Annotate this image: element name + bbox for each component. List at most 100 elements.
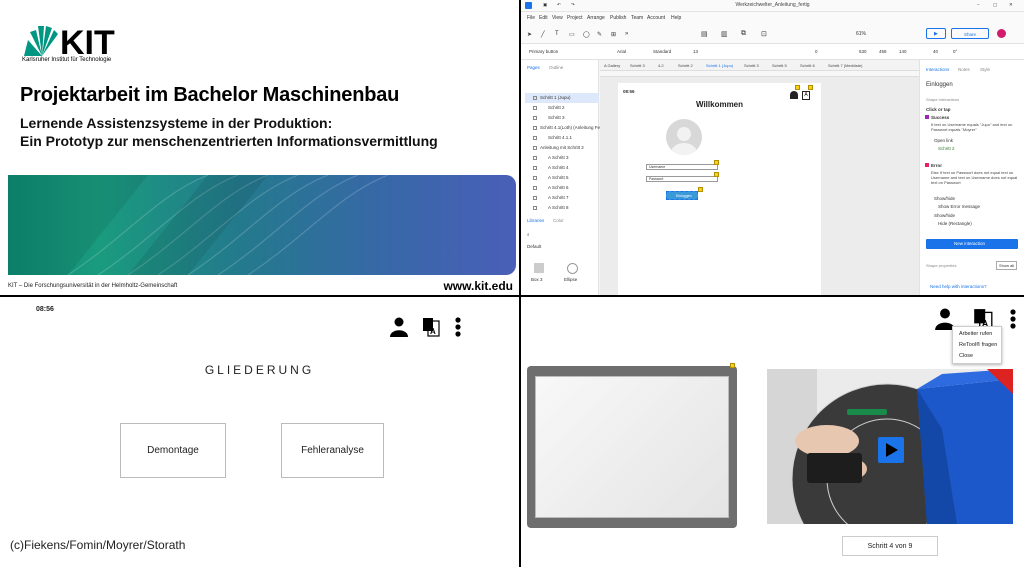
page-item[interactable]: A Schritt 8 <box>525 203 599 213</box>
tab-libraries[interactable]: Libraries <box>527 218 544 223</box>
menu-item-call-worker[interactable]: Arbeiter rufen <box>959 331 992 337</box>
translate-icon[interactable]: A <box>422 317 440 337</box>
close-icon[interactable]: ✕ <box>1009 2 1013 8</box>
new-interaction-button[interactable]: New interaction <box>926 239 1018 249</box>
artboard[interactable]: 08:56 A ⚡ ⚡ Willkommen Username Passwort… <box>618 83 821 295</box>
page-item[interactable]: Schritt 2 <box>525 103 599 113</box>
canvas-tab[interactable]: Schritt 5 <box>772 63 787 68</box>
menu-help[interactable]: Help <box>671 15 681 21</box>
widget-name[interactable]: Einloggen <box>926 82 953 88</box>
share-button[interactable]: Share <box>951 28 989 39</box>
library-select[interactable]: Default <box>527 244 541 249</box>
page-item[interactable]: A Schritt 3 <box>525 153 599 163</box>
action-open-link[interactable]: Open link <box>934 138 953 143</box>
y-field[interactable]: 458 <box>879 49 887 54</box>
instruction-video[interactable] <box>767 369 1013 524</box>
translate-icon[interactable]: A <box>802 91 810 100</box>
h-field[interactable]: 40 <box>933 49 938 54</box>
tab-interactions[interactable]: Interactions <box>926 67 949 72</box>
canvas-tab[interactable]: Schritt 3 <box>630 63 645 68</box>
section-label: Shape interactions <box>926 97 960 102</box>
action-show-hide[interactable]: Show/hide <box>934 196 955 201</box>
page-item[interactable]: Schritt 4.1.1 <box>525 133 599 143</box>
canvas-tab[interactable]: Schritt 2 <box>678 63 693 68</box>
page-item[interactable]: A Schritt 7 <box>525 193 599 203</box>
opacity-field[interactable]: 0 <box>815 49 818 54</box>
x-field[interactable]: 530 <box>859 49 867 54</box>
w-field[interactable]: 140 <box>899 49 907 54</box>
canvas-tab-active[interactable]: Schritt 1 (Jupu) <box>706 63 733 68</box>
more-menu-icon[interactable] <box>454 317 462 337</box>
menu-account[interactable]: Account <box>647 15 665 21</box>
page-item[interactable]: Schritt 3 <box>525 113 599 123</box>
canvas-tab[interactable]: Schritt 6 <box>800 63 815 68</box>
menu-edit[interactable]: Edit <box>539 15 548 21</box>
ellipse-shape-icon[interactable] <box>567 263 578 274</box>
menu-team[interactable]: Team <box>631 15 643 21</box>
more-tools-icon[interactable]: » <box>625 31 628 37</box>
ellipse-tool-icon[interactable]: ◯ <box>583 31 590 38</box>
canvas-tab[interactable]: A Gallery <box>604 63 620 68</box>
distribute-icon[interactable]: ▥ <box>721 30 728 38</box>
canvas-tab[interactable]: Schritt 3 <box>744 63 759 68</box>
show-all-button[interactable]: Show all <box>996 261 1018 270</box>
more-menu-icon[interactable] <box>1009 308 1017 330</box>
login-button[interactable]: Einloggen <box>666 191 698 200</box>
menu-project[interactable]: Project <box>567 15 583 21</box>
user-icon[interactable] <box>790 91 798 99</box>
text-tool-icon[interactable]: T <box>555 31 559 37</box>
page-item[interactable]: A Schritt 6 <box>525 183 599 193</box>
menu-file[interactable]: File <box>527 15 535 21</box>
canvas-tab[interactable]: 4.2 <box>658 63 664 68</box>
align-icon[interactable]: ▤ <box>701 30 708 38</box>
group-icon[interactable]: ⧉ <box>741 30 746 38</box>
style-select[interactable]: Primary button <box>529 49 558 54</box>
page-item[interactable]: Anleitung mit Schritt 2 <box>525 143 599 153</box>
image-tool-icon[interactable]: ⊞ <box>611 31 616 38</box>
page-item[interactable]: A Schritt 4 <box>525 163 599 173</box>
page-item[interactable]: Schritt 1 (Jupu) <box>525 93 599 103</box>
maximize-icon[interactable]: ▢ <box>993 2 997 8</box>
tab-notes[interactable]: Notes <box>958 67 970 72</box>
case-success[interactable]: Success <box>931 115 949 120</box>
minimize-icon[interactable]: – <box>977 2 980 7</box>
menu-item-ask-retool[interactable]: ReTool® fragen <box>959 342 997 348</box>
search-icon[interactable]: ⌕ <box>527 232 530 237</box>
menu-arrange[interactable]: Arrange <box>587 15 605 21</box>
font-select[interactable]: Arial <box>617 49 626 54</box>
action-show-hide[interactable]: Show/hide <box>934 213 955 218</box>
tab-outline[interactable]: Outline <box>549 65 563 70</box>
help-link[interactable]: Need help with interactions? <box>930 284 987 289</box>
menu-publish[interactable]: Publish <box>610 15 626 21</box>
box-shape-icon[interactable] <box>534 263 544 273</box>
tab-color[interactable]: Color <box>553 218 564 223</box>
outline-title: GLIEDERUNG <box>204 363 315 377</box>
credit-text: (c)Fiekens/Fomin/Moyrer/Storath <box>10 538 186 552</box>
canvas-tab[interactable]: Schritt 7 (Merkliste) <box>828 63 862 68</box>
rotation-field[interactable]: 0° <box>953 49 957 54</box>
menu-item-close[interactable]: Close <box>959 353 973 359</box>
ungroup-icon[interactable]: ⊡ <box>761 30 767 38</box>
page-item[interactable]: Schritt 4.1(Loth) (Anleitung Fehlera <box>525 123 610 133</box>
menu-view[interactable]: View <box>552 15 563 21</box>
pen-tool-icon[interactable]: ✎ <box>597 31 602 38</box>
tab-pages[interactable]: Pages <box>527 65 540 70</box>
tab-style[interactable]: Style <box>980 67 990 72</box>
avatar[interactable] <box>997 29 1006 38</box>
user-icon[interactable] <box>390 317 408 337</box>
size-select[interactable]: 13 <box>693 49 698 54</box>
page-item[interactable]: A Schritt 5 <box>525 173 599 183</box>
zoom-level[interactable]: 61% <box>856 31 866 37</box>
select-tool-icon[interactable]: ➤ <box>527 31 532 38</box>
event-label[interactable]: Click or tap <box>926 107 951 112</box>
rectangle-tool-icon[interactable]: ▭ <box>569 31 575 38</box>
line-tool-icon[interactable]: ╱ <box>541 31 545 38</box>
preview-button[interactable]: ▶ <box>926 28 946 39</box>
password-field[interactable]: Passwort <box>646 176 718 182</box>
case-error[interactable]: Error <box>931 163 942 168</box>
weight-select[interactable]: Standard <box>653 49 671 54</box>
demontage-card[interactable]: Demontage <box>120 423 226 478</box>
username-field[interactable]: Username <box>646 164 718 170</box>
slide-footer: KIT – Die Forschungsuniversität in der H… <box>8 283 178 289</box>
fehleranalyse-card[interactable]: Fehleranalyse <box>281 423 384 478</box>
